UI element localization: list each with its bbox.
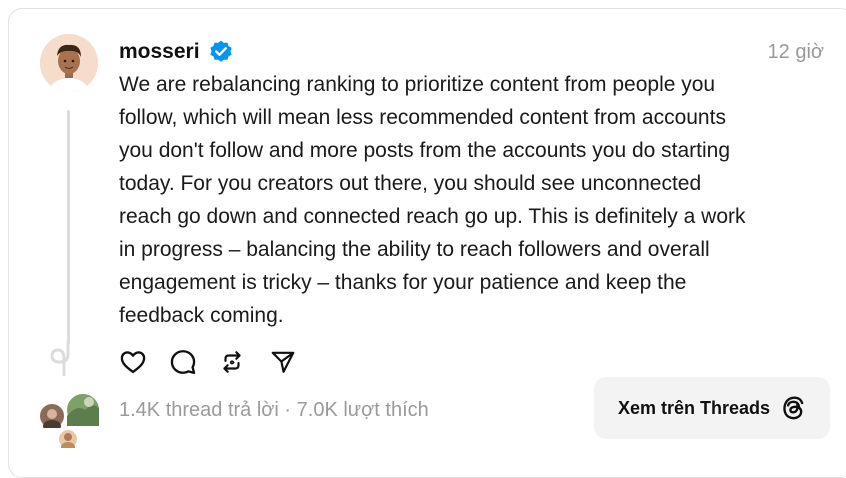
comment-icon (170, 350, 196, 375)
replier-avatar (38, 402, 66, 432)
heart-icon (120, 351, 146, 374)
post-timestamp: 12 giờ (767, 41, 824, 63)
replier-avatar (65, 392, 101, 428)
send-icon (271, 351, 295, 373)
repost-icon (223, 351, 241, 373)
post-body-text: We are rebalancing ranking to prioritize… (119, 73, 746, 327)
threads-logo-icon (783, 396, 804, 420)
repost-button[interactable] (217, 347, 247, 377)
engagement-stats[interactable]: 1.4K thread trả lời · 7.0K lượt thích (119, 399, 429, 422)
view-on-threads-button[interactable]: Xem trên Threads (594, 377, 830, 439)
reply-button[interactable] (168, 347, 198, 377)
share-button[interactable] (268, 347, 298, 377)
view-on-threads-label: Xem trên Threads (617, 397, 771, 418)
username[interactable]: mosseri (119, 40, 200, 64)
verified-badge-icon (210, 40, 232, 62)
like-button[interactable] (118, 347, 148, 377)
reply-avatars (38, 392, 104, 452)
thread-curl-icon (50, 340, 70, 376)
avatar[interactable] (40, 34, 98, 92)
thread-connector-line (67, 110, 70, 345)
replier-avatar (57, 428, 79, 452)
